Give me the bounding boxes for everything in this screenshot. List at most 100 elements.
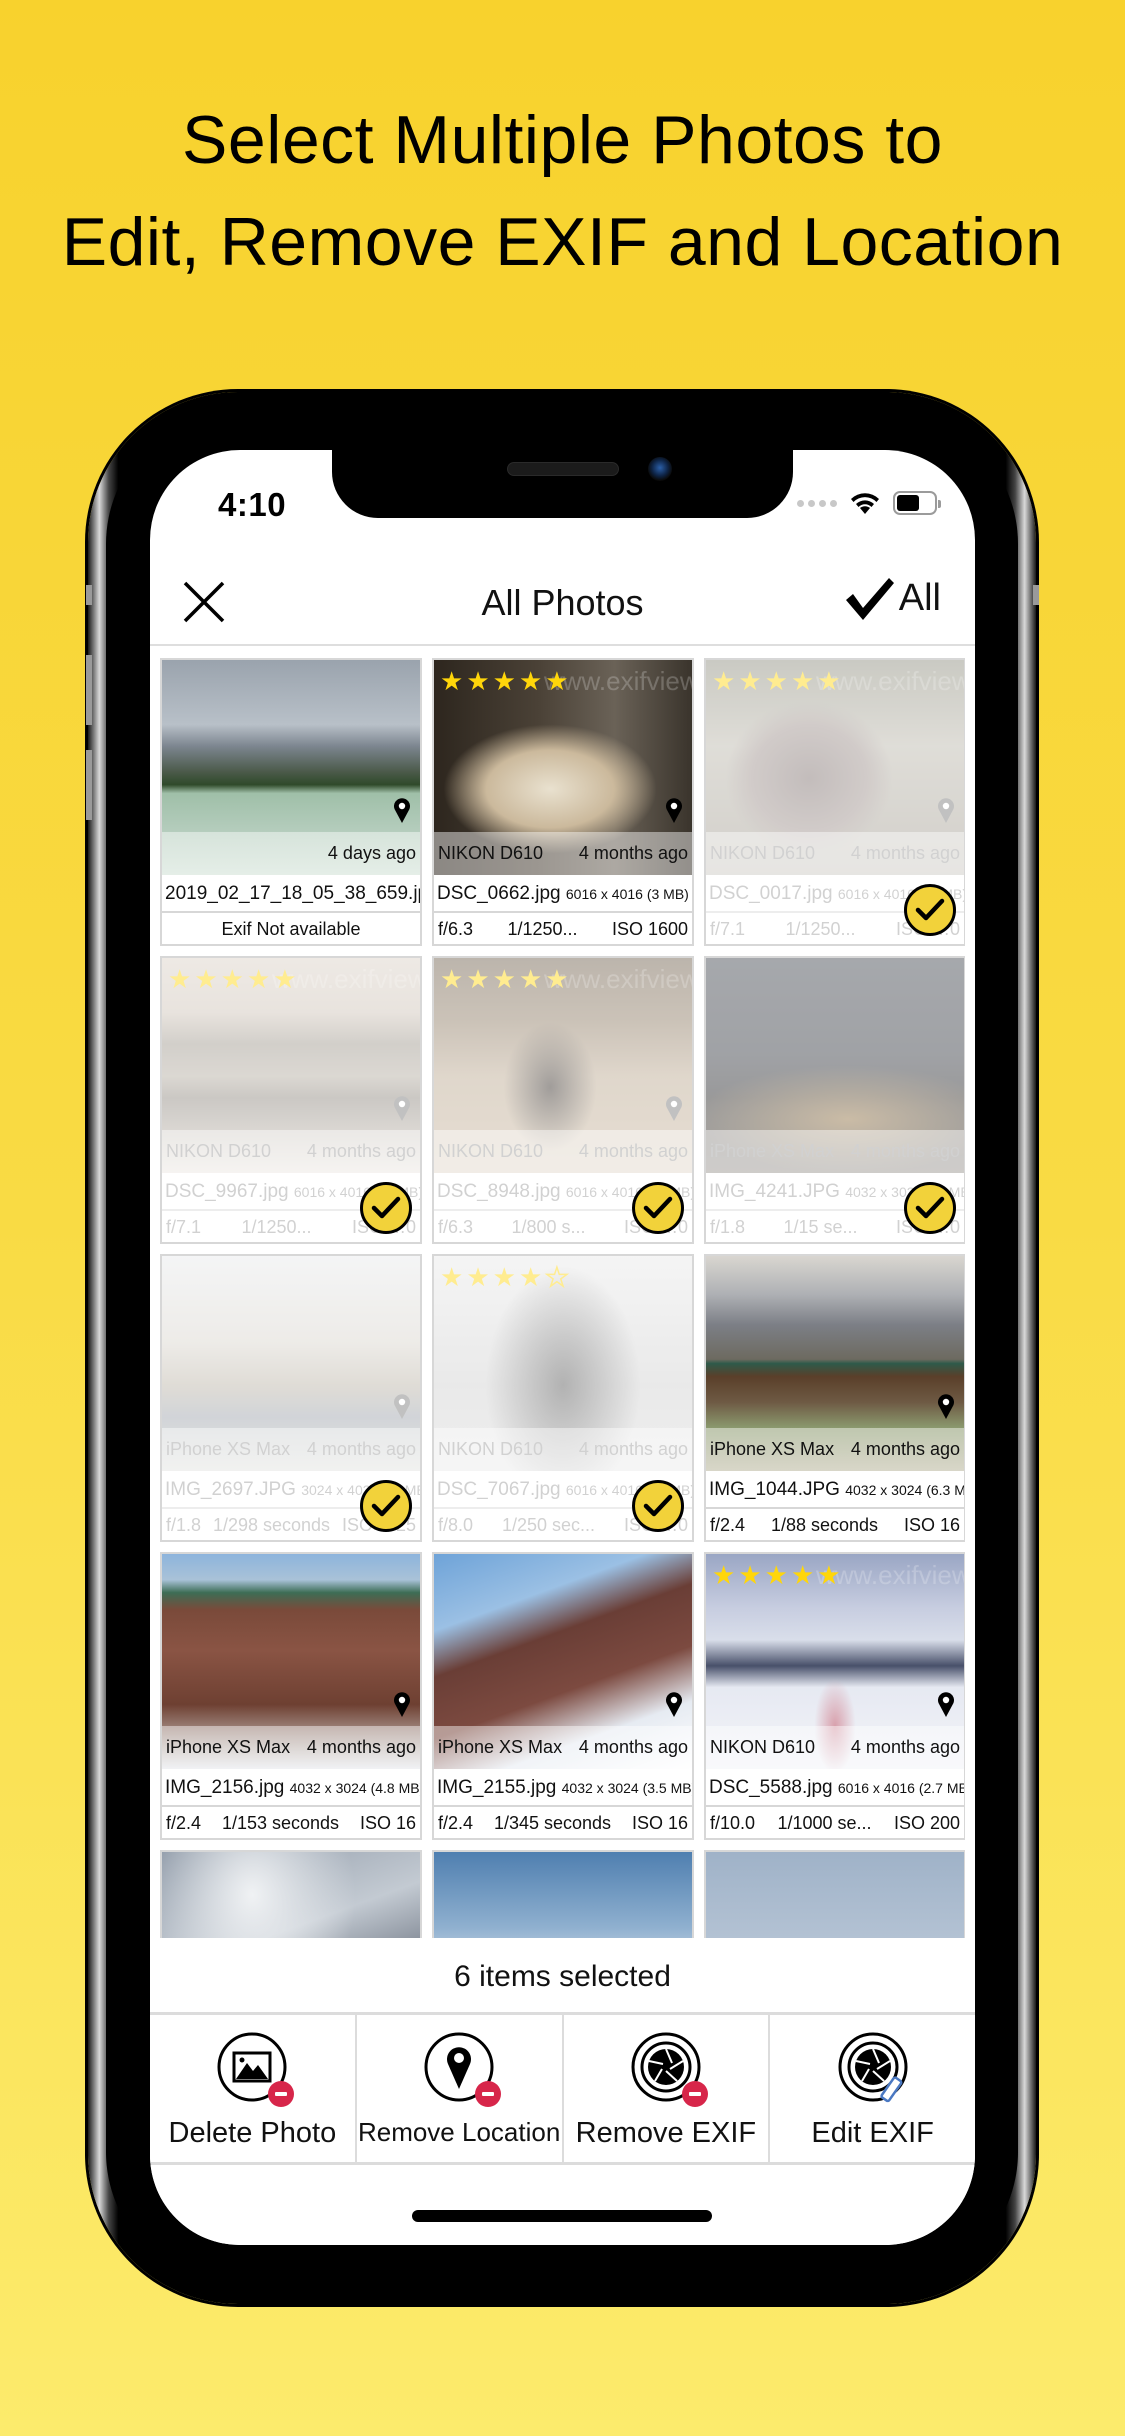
star-rating: ★ ★ ★ ★ ★ <box>168 966 297 992</box>
location-pin-icon <box>936 1392 956 1420</box>
aperture-remove-icon <box>630 2031 708 2107</box>
star-icon: ★ <box>544 1262 569 1292</box>
photo-age: 4 months ago <box>306 1737 416 1757</box>
exif-row: f/2.4 1/345 seconds ISO 16 <box>434 1807 692 1838</box>
aperture-value: f/10.0 <box>710 1813 756 1833</box>
photo-age: 4 months ago <box>578 1141 688 1161</box>
photo-filename-row: IMG_2156.jpg 4032 x 3024 (4.8 MB) <box>162 1769 420 1807</box>
status-icons <box>797 490 941 516</box>
selected-checkmark-icon[interactable] <box>632 1182 684 1234</box>
battery-icon <box>893 491 941 515</box>
star-icon: ★ <box>466 1262 490 1292</box>
star-rating: ★ ★ ★ ★ ★ <box>440 966 569 992</box>
star-icon: ★ <box>518 964 543 994</box>
edit-exif-label: Edit EXIF <box>811 2117 934 2149</box>
photo-thumbnail <box>162 1852 420 1938</box>
phone-volume-down <box>86 750 92 820</box>
photo-info-band: NIKON D610 4 months ago <box>434 832 692 875</box>
edit-exif-button[interactable]: Edit EXIF <box>770 2015 975 2162</box>
checkmark-icon <box>845 578 894 620</box>
select-all-button[interactable]: All <box>843 574 941 622</box>
aperture-value: f/2.4 <box>166 1813 202 1833</box>
aperture-value: f/7.1 <box>710 919 746 939</box>
selected-checkmark-icon[interactable] <box>904 1182 956 1234</box>
exif-row: Exif Not available <box>162 913 420 944</box>
photo-info-band: NIKON D610 4 months ago <box>434 1428 692 1471</box>
photo-cell[interactable]: iPhone XS Max 4 months ago IMG_2156.jpg 40… <box>160 1552 422 1840</box>
photo-filename: DSC_5588.jpg <box>709 1777 833 1798</box>
photo-cell[interactable]: www.exifviewerapp.com★★★★★NIKON D6104 mo… <box>432 658 694 946</box>
shutter-value: 1/15 se... <box>783 1217 858 1237</box>
photo-age: 4 months ago <box>578 843 688 863</box>
photo-cell[interactable]: iPhone XS Max 4 months ago IMG_1044.JPG 40… <box>704 1254 965 1542</box>
shutter-value: 1/153 seconds <box>221 1813 340 1833</box>
location-pin-icon <box>664 796 684 824</box>
photo-cell[interactable]: www.exifviewerapp.com★★★★★NIKON D6104 mo… <box>704 1552 965 1840</box>
shutter-value: 1/1000 se... <box>777 1813 872 1833</box>
phone-ring-switch <box>86 585 92 605</box>
star-icon: ★ <box>518 1262 543 1292</box>
photo-dimensions: 4032 x 3024 (6.3 MB) <box>845 1482 964 1498</box>
photo-age: 4 months ago <box>850 1737 960 1757</box>
photo-age: 4 months ago <box>578 1439 688 1459</box>
selected-checkmark-icon[interactable] <box>632 1480 684 1532</box>
photo-filename-row: 2019_02_17_18_05_38_659.jpg 2 <box>162 875 420 913</box>
selected-checkmark-icon[interactable] <box>360 1182 412 1234</box>
notch <box>332 450 793 518</box>
shutter-value: 1/88 seconds <box>770 1515 879 1535</box>
photo-cell[interactable]: www.exifviewerapp.com★★★★★NIKON D6104 mo… <box>704 658 965 946</box>
photo-cell[interactable]: www.exifviewerapp.com★★★★★NIKON D6104 mo… <box>160 956 422 1244</box>
aperture-value: f/2.4 <box>710 1515 746 1535</box>
camera-model: iPhone XS Max <box>166 1737 291 1757</box>
phone-side-button <box>1033 585 1039 605</box>
select-all-label: All <box>898 576 941 619</box>
camera-model: NIKON D610 <box>166 1141 272 1161</box>
photo-cell[interactable] <box>160 1850 422 1938</box>
photo-cell[interactable]: ★ ★ ★ ★ ★ NIKON D610 4 months ago DSC_7067.jpg … <box>432 1254 694 1542</box>
photo-filename: IMG_4241.JPG <box>709 1181 840 1202</box>
iso-value: ISO 16 <box>631 1813 688 1833</box>
remove-exif-label: Remove EXIF <box>575 2117 757 2149</box>
selection-action-panel: 6 items selected Delete Photo Remove Loc… <box>150 1938 975 2245</box>
photo-age: 4 months ago <box>850 1141 960 1161</box>
shutter-value: 1/345 seconds <box>493 1813 612 1833</box>
shutter-value: 1/1250... <box>507 919 578 939</box>
minus-badge-icon <box>681 2081 708 2107</box>
home-indicator[interactable] <box>412 2210 712 2222</box>
photo-info-band: 4 days ago <box>162 832 420 875</box>
aperture-value: f/6.3 <box>438 1217 474 1237</box>
camera-model: iPhone XS Max <box>710 1141 835 1161</box>
remove-location-button[interactable]: Remove Location <box>357 2015 564 2162</box>
selected-checkmark-icon[interactable] <box>360 1480 412 1532</box>
photo-age: 4 days ago <box>327 843 416 863</box>
photo-delete-icon <box>216 2031 295 2107</box>
photo-cell[interactable]: www.exifviewerapp.com★★★★★NIKON D6104 mo… <box>432 956 694 1244</box>
aperture-value: f/7.1 <box>166 1217 202 1237</box>
star-icon: ★ <box>440 964 464 994</box>
photo-cell[interactable]: iPhone XS Max 4 months ago IMG_4241.JPG 40… <box>704 956 965 1244</box>
photo-cell[interactable]: iPhone XS Max 4 months ago IMG_2155.jpg 40… <box>432 1552 694 1840</box>
location-pin-icon <box>392 1094 412 1122</box>
photo-cell[interactable]: iPhone XS Max 4 months ago IMG_2697.JPG 30… <box>160 1254 422 1542</box>
star-icon: ★ <box>518 666 543 696</box>
photo-grid[interactable]: 4 days ago 2019_02_17_18_05_38_659.jpg 2 E… <box>160 658 965 1938</box>
location-remove-icon <box>423 2031 502 2107</box>
photo-dimensions: 6016 x 4016 (3 MB) <box>565 886 689 902</box>
front-camera <box>648 457 672 481</box>
photo-cell[interactable]: 4 days ago 2019_02_17_18_05_38_659.jpg 2 E… <box>160 658 422 946</box>
delete-photo-button[interactable]: Delete Photo <box>150 2015 357 2162</box>
photo-cell[interactable] <box>432 1850 694 1938</box>
camera-model: NIKON D610 <box>438 1439 544 1459</box>
exif-unavailable-text: Exif Not available <box>221 919 361 939</box>
selected-checkmark-icon[interactable] <box>904 884 956 936</box>
location-pin-icon <box>392 796 412 824</box>
exif-row: f/2.4 1/153 seconds ISO 16 <box>162 1807 420 1838</box>
remove-exif-button[interactable]: Remove EXIF <box>564 2015 771 2162</box>
delete-photo-label: Delete Photo <box>168 2117 337 2149</box>
photo-filename: IMG_2156.jpg <box>165 1777 285 1798</box>
photo-age: 4 months ago <box>850 1439 960 1459</box>
star-rating: ★ ★ ★ ★ ★ <box>712 668 841 694</box>
photo-info-band: NIKON D610 4 months ago <box>434 1130 692 1173</box>
photo-cell[interactable] <box>704 1850 965 1938</box>
shutter-value: 1/250 sec... <box>501 1515 596 1535</box>
